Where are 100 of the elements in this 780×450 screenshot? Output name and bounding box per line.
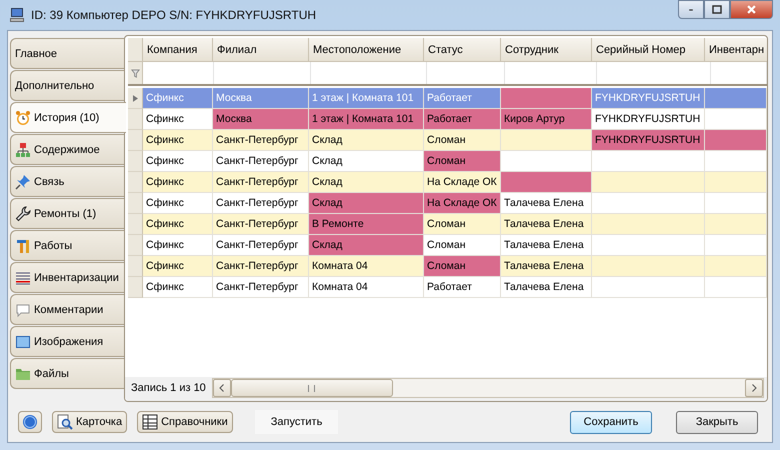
help-icon: [22, 414, 38, 430]
horizontal-scrollbar[interactable]: [212, 378, 764, 398]
table-cell: FYHKDRYFUJSRTUH: [592, 109, 705, 130]
table-icon: [142, 414, 158, 430]
table-cell: Москва: [213, 109, 309, 130]
help-button[interactable]: [18, 411, 42, 433]
magnifier-icon: [57, 414, 73, 430]
hierarchy-icon: [15, 142, 31, 158]
card-button[interactable]: Карточка: [52, 411, 128, 433]
table-cell: Склад: [309, 172, 424, 193]
maximize-button[interactable]: [704, 0, 730, 19]
table-cell: Работает: [424, 277, 501, 298]
table-cell: Талачева Елена: [501, 256, 592, 277]
alarm-clock-icon: [15, 110, 31, 126]
scroll-right-icon[interactable]: [752, 384, 756, 392]
table-cell: Талачева Елена: [501, 277, 592, 298]
table-row[interactable]: Сфинкс Санкт-Петербург Склад Сломан: [128, 151, 767, 172]
column-header[interactable]: Местоположение: [309, 38, 424, 62]
column-header[interactable]: Статус: [424, 38, 501, 62]
table-cell: Сломан: [424, 130, 501, 151]
table-row[interactable]: Сфинкс Санкт-Петербург Склад Сломан Талачева Елена: [128, 235, 767, 256]
sidebar-tab[interactable]: Работы: [10, 230, 124, 261]
table-cell: Киров Артур: [501, 109, 592, 130]
table-cell: FYHKDRYFUJSRTUH: [592, 88, 705, 109]
table-row[interactable]: Сфинкс Санкт-Петербург Склад Сломан FYHKDRYFUJSRTUH: [128, 130, 767, 151]
sidebar-tab[interactable]: Комментарии: [10, 294, 124, 325]
sidebar-tab[interactable]: Дополнительно: [10, 70, 124, 101]
table-cell: Комната 04: [309, 277, 424, 298]
table-cell: Сломан: [424, 214, 501, 235]
sidebar-tab[interactable]: Инвентаризации: [10, 262, 124, 293]
sidebar-tab[interactable]: Связь: [10, 166, 124, 197]
table-cell: Санкт-Петербург: [213, 277, 309, 298]
table-row[interactable]: Сфинкс Санкт-Петербург Склад На Складе ОК: [128, 172, 767, 193]
table-cell: 1 этаж | Комната 101: [309, 88, 424, 109]
table-cell: Склад: [309, 193, 424, 214]
table-row[interactable]: Сфинкс Санкт-Петербург Склад На Складе ОК Талачева Елена: [128, 193, 767, 214]
table-cell: Сфинкс: [143, 214, 213, 235]
table-cell: Сломан: [424, 256, 501, 277]
save-button[interactable]: Сохранить: [570, 410, 652, 434]
table-cell: Сфинкс: [143, 151, 213, 172]
table-cell: Сломан: [424, 235, 501, 256]
table-cell: Сфинкс: [143, 172, 213, 193]
minimize-icon: [688, 8, 694, 10]
close-window-button[interactable]: Закрыть: [676, 410, 758, 434]
column-header[interactable]: Инвентарн: [705, 38, 767, 62]
column-header[interactable]: Филиал: [213, 38, 309, 62]
table-cell: Санкт-Петербург: [213, 235, 309, 256]
list-icon: [15, 270, 31, 286]
table-cell: FYHKDRYFUJSRTUH: [592, 130, 705, 151]
sidebar-tab[interactable]: Ремонты (1): [10, 198, 124, 229]
table-cell: Склад: [309, 151, 424, 172]
close-icon: [747, 5, 756, 14]
image-icon: [15, 334, 31, 350]
table-row[interactable]: Сфинкс Санкт-Петербург В Ремонте Сломан Талачева Елена: [128, 214, 767, 235]
table-cell: Сфинкс: [143, 277, 213, 298]
table-cell: На Складе ОК: [424, 193, 501, 214]
directories-button[interactable]: Справочники: [137, 411, 233, 433]
table-cell: Санкт-Петербург: [213, 130, 309, 151]
table-cell: Санкт-Петербург: [213, 214, 309, 235]
table-cell: Сломан: [424, 151, 501, 172]
tools-icon: [15, 238, 31, 254]
window-title: ID: 39 Компьютер DEPO S/N: FYHKDRYFUJSRTUH: [31, 8, 316, 22]
table-cell: Комната 04: [309, 256, 424, 277]
table-cell: Сфинкс: [143, 256, 213, 277]
table-cell: Сфинкс: [143, 88, 213, 109]
sidebar-tab[interactable]: История (10): [10, 102, 126, 133]
maximize-icon: [712, 5, 722, 14]
speech-bubble-icon: [15, 302, 31, 318]
scroll-left-icon[interactable]: [219, 384, 224, 392]
table-cell: В Ремонте: [309, 214, 424, 235]
column-header[interactable]: Серийный Номер: [592, 38, 705, 62]
table-cell: Работает: [424, 109, 501, 130]
run-button[interactable]: Запустить: [254, 410, 338, 434]
table-row[interactable]: Сфинкс Санкт-Петербург Комната 04 Работает Талачева Елена: [128, 277, 767, 298]
column-header[interactable]: Компания: [143, 38, 213, 62]
close-button[interactable]: [730, 0, 773, 19]
table-row[interactable]: Сфинкс Москва 1 этаж | Комната 101 Работает Киров Артур FYHKDRYFUJSRTUH: [128, 109, 767, 130]
table-cell: 1 этаж | Комната 101: [309, 109, 424, 130]
column-header[interactable]: Сотрудник: [501, 38, 592, 62]
sidebar-tab[interactable]: Главное: [10, 38, 124, 69]
sidebar-tab[interactable]: Изображения: [10, 326, 124, 357]
sidebar-tab[interactable]: Содержимое: [10, 134, 124, 165]
table-cell: Санкт-Петербург: [213, 193, 309, 214]
table-cell: Санкт-Петербург: [213, 172, 309, 193]
table-cell: Сфинкс: [143, 235, 213, 256]
computer-icon: [9, 7, 25, 23]
row-header[interactable]: [128, 88, 143, 109]
table-cell: Сфинкс: [143, 193, 213, 214]
sidebar-tab[interactable]: Файлы: [10, 358, 124, 389]
table-cell: Талачева Елена: [501, 193, 592, 214]
table-cell: Сфинкс: [143, 130, 213, 151]
table-row[interactable]: Сфинкс Санкт-Петербург Комната 04 Сломан Талачева Елена: [128, 256, 767, 277]
row-pointer-icon: [132, 94, 138, 102]
table-cell: Склад: [309, 235, 424, 256]
table-cell: Санкт-Петербург: [213, 151, 309, 172]
filter-icon[interactable]: [130, 68, 140, 78]
table-cell: Работает: [424, 88, 501, 109]
table-cell: Склад: [309, 130, 424, 151]
table-cell: Санкт-Петербург: [213, 256, 309, 277]
wrench-icon: [15, 206, 31, 222]
